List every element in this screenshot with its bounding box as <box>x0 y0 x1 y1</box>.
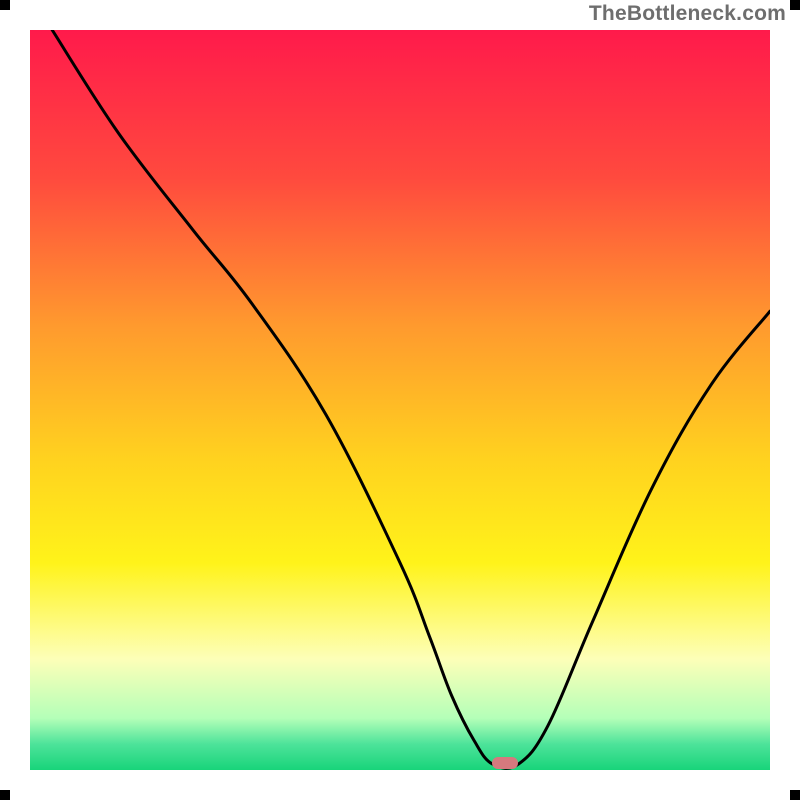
plot-area <box>30 30 770 770</box>
corner-tr <box>790 0 800 10</box>
corner-bl <box>0 790 10 800</box>
heatmap-background <box>30 30 770 770</box>
gradient-rect <box>30 30 770 770</box>
watermark-text: TheBottleneck.com <box>589 2 786 26</box>
corner-br <box>790 790 800 800</box>
corner-tl <box>0 0 10 10</box>
chart-container: TheBottleneck.com <box>0 0 800 800</box>
optimal-point-marker <box>492 757 518 769</box>
